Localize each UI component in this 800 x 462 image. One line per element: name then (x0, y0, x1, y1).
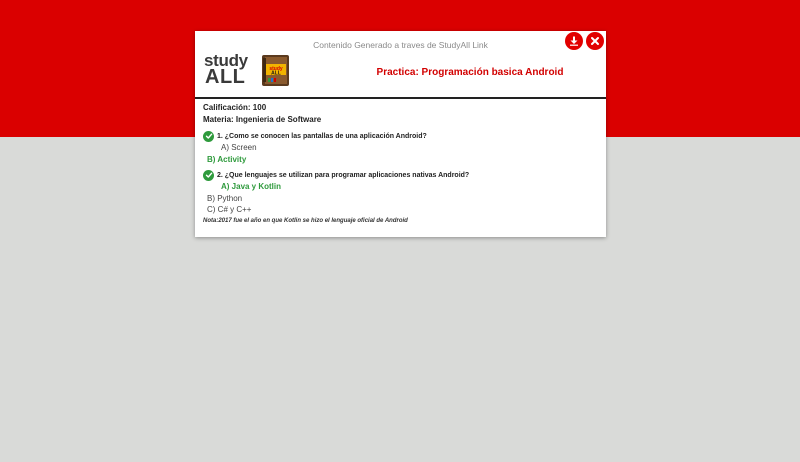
correct-answer-option: B) Activity (207, 154, 247, 164)
question-2: 2. ¿Que lenguajes se utilizan para progr… (203, 169, 601, 181)
download-button[interactable] (565, 32, 583, 50)
book-label-all: ALL (271, 71, 281, 77)
subject-label: Materia: Ingenieria de Software (203, 115, 322, 124)
answer-option: B) Python (207, 193, 243, 203)
answer-option: A) Screen (221, 143, 257, 152)
close-icon (591, 37, 599, 45)
logo-all-text: ALL (205, 66, 246, 88)
close-button[interactable] (586, 32, 604, 50)
results-body: Calificación: 100 Materia: Ingenieria de… (203, 102, 601, 224)
results-card: Contenido Generado a traves de StudyAll … (195, 31, 606, 237)
answer-option: C) C# y C++ (207, 205, 252, 214)
generated-by-label: Contenido Generado a traves de StudyAll … (313, 40, 488, 50)
page-title: Practica: Programación basica Android (376, 67, 564, 78)
correct-answer-option: A) Java y Kotlin (221, 182, 282, 191)
footnote: Nota:2017 fue el año en que Kotlin se hi… (203, 217, 408, 224)
card-header: Contenido Generado a traves de StudyAll … (195, 31, 606, 99)
grade-label: Calificación: 100 (203, 103, 267, 112)
question-1: 1. ¿Como se conocen las pantallas de una… (203, 130, 601, 142)
question-text: 1. ¿Como se conocen las pantallas de una… (217, 132, 427, 140)
download-icon (570, 36, 578, 46)
question-text: 2. ¿Que lenguajes se utilizan para progr… (217, 171, 470, 179)
book-icon: study ALL (262, 55, 289, 86)
check-circle-icon (203, 130, 214, 142)
check-circle-icon (203, 169, 214, 181)
studyall-logo: study ALL study ALL (204, 51, 289, 91)
